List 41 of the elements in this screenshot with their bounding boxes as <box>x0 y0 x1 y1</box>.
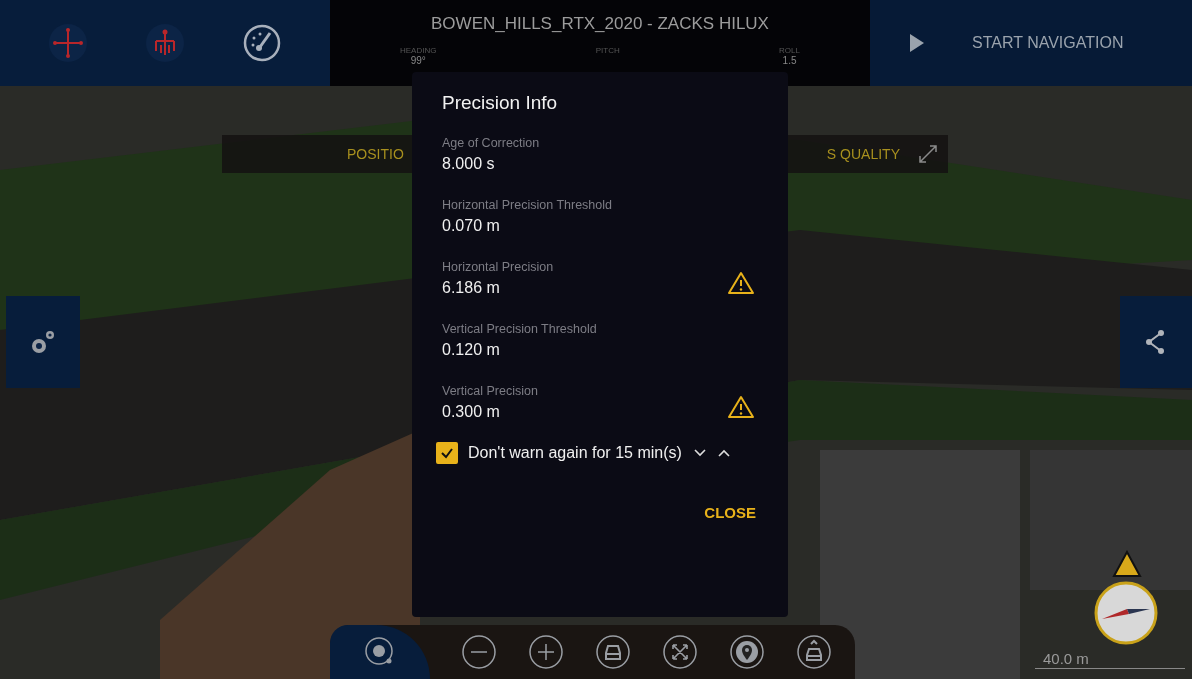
pole-icon[interactable] <box>145 23 185 63</box>
scale-label: 40.0 m <box>1043 650 1089 667</box>
chevron-down-icon[interactable] <box>693 449 706 457</box>
readout-label: PITCH <box>595 46 620 55</box>
settings-button[interactable] <box>6 296 80 388</box>
field-value: 8.000 s <box>442 155 496 173</box>
zoom-out-icon[interactable] <box>461 634 497 670</box>
checkbox-label: Don't warn again for 15 min(s) <box>468 444 682 462</box>
field-label: Vertical Precision <box>442 384 538 398</box>
car-up-icon[interactable] <box>796 634 832 670</box>
field-label: Horizontal Precision Threshold <box>442 198 612 212</box>
field-value: 0.070 m <box>442 217 501 235</box>
map-pin-icon[interactable] <box>729 634 765 670</box>
field-label: Horizontal Precision <box>442 260 554 274</box>
window-title: BOWEN_HILLS_RTX_2020 - ZACKS HILUX <box>431 14 769 34</box>
dialog-title: Precision Info <box>442 92 559 114</box>
readout-value: 1.5 <box>782 55 797 66</box>
readout-label: ROLL <box>779 46 800 55</box>
close-button[interactable]: CLOSE <box>702 500 758 525</box>
banner-text: S QUALITY <box>826 146 900 162</box>
field-value: 0.300 m <box>442 403 501 421</box>
fit-extent-icon[interactable] <box>662 634 698 670</box>
field-value: 6.186 m <box>442 279 501 297</box>
car-icon[interactable] <box>595 634 631 670</box>
checkbox[interactable] <box>436 442 458 464</box>
banner-text: POSITIO <box>347 146 404 162</box>
start-navigation-button[interactable]: START NAVIGATION <box>870 0 1192 86</box>
field-label: Vertical Precision Threshold <box>442 322 597 336</box>
compass-icon[interactable] <box>1094 581 1158 645</box>
crosshair-icon[interactable] <box>48 23 89 63</box>
play-icon <box>910 34 924 52</box>
gauge-icon[interactable] <box>241 23 282 63</box>
chevron-up-icon[interactable] <box>717 449 730 457</box>
field-label: Age of Correction <box>442 136 540 150</box>
expand-icon[interactable] <box>918 144 938 164</box>
zoom-in-icon[interactable] <box>528 634 564 670</box>
north-arrow-icon <box>1112 550 1142 578</box>
readout-value: 99° <box>410 55 426 66</box>
readout-label: HEADING <box>400 46 437 55</box>
checkmark-icon <box>440 446 454 460</box>
field-value: 0.120 m <box>442 341 501 359</box>
